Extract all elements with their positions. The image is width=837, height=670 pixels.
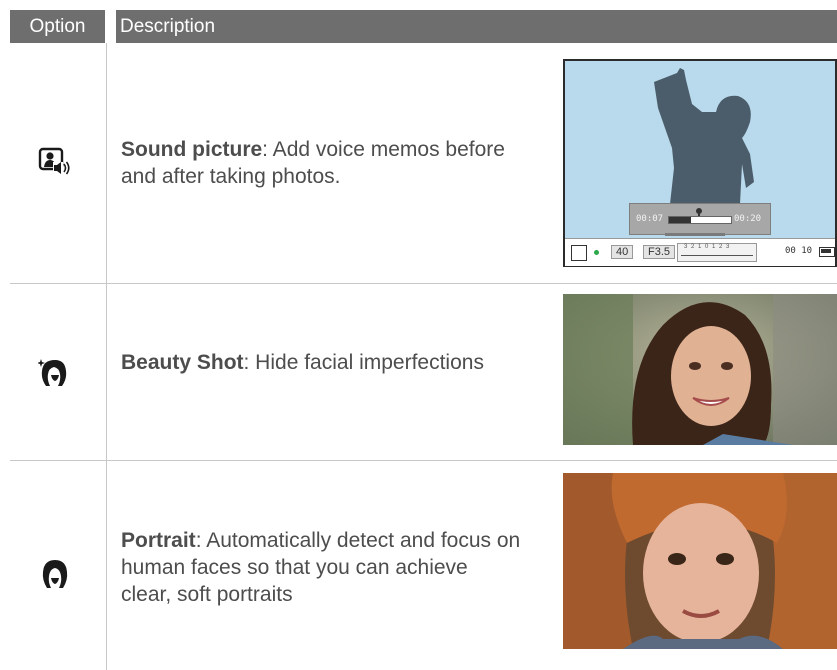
description-column-header: Description	[120, 16, 216, 37]
table-row: Beauty Shot: Hide facial imperfections	[0, 284, 837, 460]
option-title: Sound picture	[121, 138, 263, 161]
battery-level	[821, 249, 831, 253]
beauty-shot-icon	[37, 356, 72, 390]
exposure-scale: 3 2 1 0 1 2 3	[677, 243, 757, 262]
row-description: Portrait: Automatically detect and focus…	[121, 527, 521, 608]
microphone-icon	[694, 204, 704, 217]
ready-indicator	[594, 250, 599, 255]
shot-counter: 00 10	[785, 246, 813, 256]
status-bar: 40 F3.5 3 2 1 0 1 2 3 00 10	[565, 238, 835, 266]
time-end: 00:20	[734, 214, 762, 224]
table-row: Portrait: Automatically detect and focus…	[0, 461, 837, 670]
beauty-shot-photo	[563, 294, 837, 445]
battery-icon	[819, 247, 835, 257]
option-title: Portrait	[121, 529, 196, 552]
sound-picture-icon	[38, 145, 72, 179]
audio-panel: 00:07 00:20	[629, 203, 771, 235]
option-text: : Hide facial imperfections	[243, 351, 484, 374]
row-description: Sound picture: Add voice memos before an…	[121, 136, 521, 190]
audio-progress-bar	[668, 216, 732, 224]
portrait-photo	[563, 473, 837, 649]
audio-progress-fill	[669, 217, 692, 223]
row-description: Beauty Shot: Hide facial imperfections	[121, 349, 521, 376]
option-column-header: Option	[29, 16, 86, 37]
exposure-scale-labels: 3 2 1 0 1 2 3	[684, 244, 731, 250]
option-title: Beauty Shot	[121, 351, 244, 374]
time-start: 00:07	[636, 214, 664, 224]
aperture-value: F3.5	[643, 245, 676, 259]
table-header: Option Description	[10, 10, 837, 43]
portrait-icon	[38, 557, 72, 591]
sound-picture-mode-icon	[571, 245, 587, 261]
table-row: Sound picture: Add voice memos before an…	[0, 43, 837, 283]
iso-value: 40	[611, 245, 634, 259]
sound-picture-screen: 00:07 00:20 40 F3.5 3 2 1 0 1 2 3 00 10	[563, 59, 837, 267]
exposure-scale-line	[681, 255, 753, 256]
level-bar	[665, 233, 725, 236]
lcd-screen: 00:07 00:20 40 F3.5 3 2 1 0 1 2 3 00 10	[563, 59, 837, 267]
header-divider	[105, 10, 116, 43]
